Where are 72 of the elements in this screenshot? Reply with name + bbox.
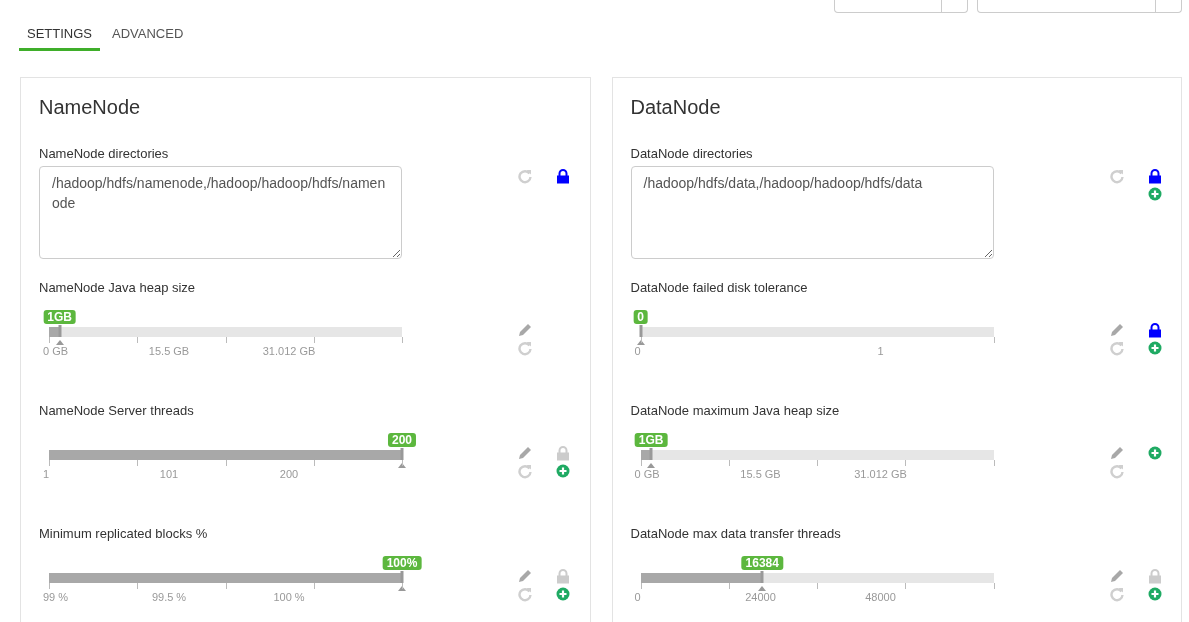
tick-label: 31.012 GB bbox=[262, 345, 316, 357]
slider-track[interactable] bbox=[640, 450, 994, 460]
refresh-icon[interactable] bbox=[517, 586, 533, 602]
pencil-icon[interactable] bbox=[517, 445, 533, 461]
config-label: NameNode Server threads bbox=[39, 403, 195, 418]
dropdown-button[interactable] bbox=[834, 0, 968, 13]
slider-handle[interactable] bbox=[634, 325, 647, 345]
lock-icon[interactable] bbox=[1146, 168, 1163, 184]
refresh-icon[interactable] bbox=[517, 168, 533, 184]
add-icon[interactable] bbox=[1146, 586, 1163, 602]
add-icon[interactable] bbox=[555, 586, 571, 602]
directories-field[interactable]: /hadoop/hdfs/data,/hadoop/hadoop/hdfs/data bbox=[630, 166, 994, 259]
tab[interactable]: ADVANCED bbox=[104, 23, 192, 51]
slider-handle[interactable] bbox=[53, 325, 66, 345]
refresh-icon[interactable] bbox=[1108, 586, 1125, 602]
add-icon[interactable] bbox=[555, 463, 571, 479]
add-icon[interactable] bbox=[1146, 445, 1163, 461]
tick-label: 15.5 GB bbox=[740, 468, 781, 480]
config-label: NameNode directories bbox=[39, 146, 170, 161]
lock-icon[interactable] bbox=[555, 168, 571, 184]
config-label: DataNode max data transfer threads bbox=[630, 526, 842, 541]
slider-track[interactable] bbox=[640, 327, 994, 337]
tick-label: 99.5 % bbox=[151, 591, 187, 603]
tick-label: 101 bbox=[159, 468, 179, 480]
value-tooltip: 100% bbox=[382, 556, 422, 570]
config-label: DataNode maximum Java heap size bbox=[630, 403, 841, 418]
value-tooltip: 200 bbox=[388, 433, 416, 447]
tab[interactable]: SETTINGS bbox=[19, 23, 100, 51]
panel-title: NameNode bbox=[39, 96, 142, 119]
refresh-icon[interactable] bbox=[1108, 340, 1125, 356]
tick-label: 0 GB bbox=[634, 468, 660, 480]
panel-title: DataNode bbox=[630, 96, 722, 119]
tick-label: 1 bbox=[43, 468, 50, 480]
config-label: Minimum replicated blocks % bbox=[39, 526, 209, 541]
slider-track[interactable] bbox=[640, 573, 994, 583]
slider-track[interactable] bbox=[49, 327, 402, 337]
tick-label: 48000 bbox=[865, 591, 896, 603]
refresh-icon[interactable] bbox=[1108, 168, 1125, 184]
lock-icon[interactable] bbox=[1146, 322, 1163, 338]
pencil-icon[interactable] bbox=[1108, 445, 1125, 461]
slider-handle[interactable] bbox=[396, 448, 408, 468]
pencil-icon[interactable] bbox=[517, 322, 533, 338]
config-label: DataNode directories bbox=[630, 146, 754, 161]
refresh-icon[interactable] bbox=[517, 463, 533, 479]
value-tooltip: 16384 bbox=[741, 556, 783, 570]
slider-track[interactable] bbox=[49, 450, 402, 460]
tick-label: 100 % bbox=[273, 591, 305, 603]
pencil-icon[interactable] bbox=[1108, 568, 1125, 584]
tick-label: 0 bbox=[634, 591, 641, 603]
refresh-icon[interactable] bbox=[517, 340, 533, 356]
tick-label: 99 % bbox=[43, 591, 69, 603]
tick-label: 24000 bbox=[745, 591, 776, 603]
slider-track[interactable] bbox=[49, 573, 402, 583]
filter-field[interactable] bbox=[977, 0, 1182, 13]
directories-field[interactable]: /hadoop/hdfs/namenode,/hadoop/hadoop/hdfs/namenode bbox=[39, 166, 402, 259]
pencil-icon[interactable] bbox=[517, 568, 533, 584]
tick-label: 15.5 GB bbox=[148, 345, 190, 357]
tick-label: 31.012 GB bbox=[854, 468, 907, 480]
slider-handle[interactable] bbox=[645, 448, 658, 468]
value-tooltip: 1GB bbox=[634, 433, 668, 447]
pencil-icon[interactable] bbox=[1108, 322, 1125, 338]
tick-label: 0 GB bbox=[43, 345, 69, 357]
value-tooltip: 0 bbox=[633, 310, 648, 324]
tick-label: 200 bbox=[279, 468, 299, 480]
config-label: NameNode Java heap size bbox=[39, 280, 197, 295]
slider-handle[interactable] bbox=[396, 571, 408, 591]
value-tooltip: 1GB bbox=[43, 310, 76, 324]
config-label: DataNode failed disk tolerance bbox=[630, 280, 809, 295]
refresh-icon[interactable] bbox=[1108, 463, 1125, 479]
tick-label: 0 bbox=[634, 345, 641, 357]
slider-handle[interactable] bbox=[756, 571, 769, 591]
tick-label: 1 bbox=[877, 345, 884, 357]
